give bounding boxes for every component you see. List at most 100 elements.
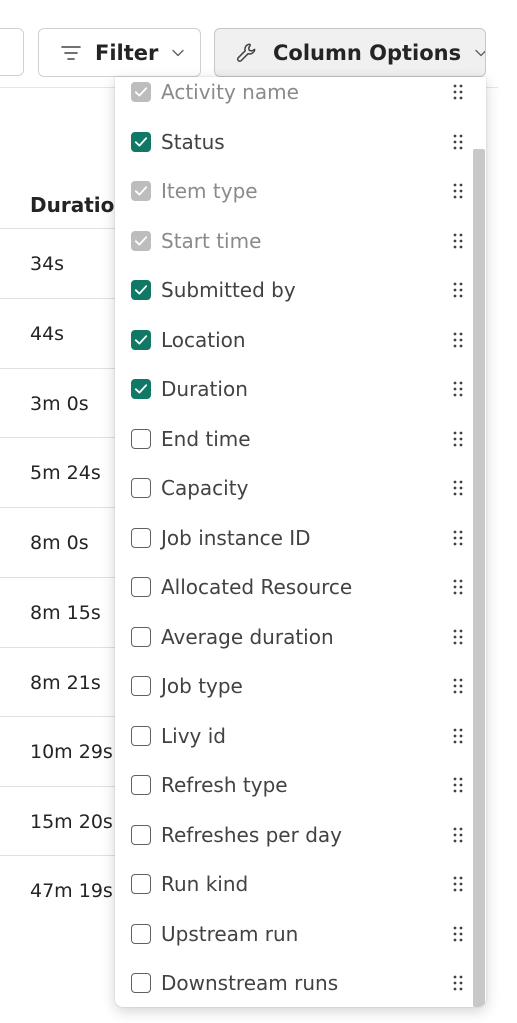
column-option-label: Refresh type: [161, 773, 288, 797]
column-option-item[interactable]: End time: [131, 419, 463, 459]
checkbox-unchecked[interactable]: [131, 973, 151, 993]
checkbox-checked: [131, 181, 151, 201]
filter-button[interactable]: Filter: [38, 28, 201, 77]
drag-grip-icon[interactable]: [453, 381, 463, 397]
checkbox-checked[interactable]: [131, 379, 151, 399]
filter-label: Filter: [95, 40, 159, 65]
column-option-label: Start time: [161, 229, 262, 253]
drag-grip-icon[interactable]: [453, 233, 463, 249]
duration-cell: 10m 29s: [30, 741, 113, 763]
drag-grip-icon[interactable]: [453, 926, 463, 942]
checkbox-checked[interactable]: [131, 132, 151, 152]
column-options-dropdown: Activity name Status Item type Start time Su…: [115, 77, 486, 1007]
checkbox-checked[interactable]: [131, 330, 151, 350]
column-option-item[interactable]: Location: [131, 320, 463, 360]
table-row[interactable]: 8m 21s: [0, 647, 130, 717]
dropdown-scrollbar[interactable]: [473, 149, 485, 1007]
app-root: Filter Column Options Duration 34s 44s 3…: [0, 0, 517, 1023]
wrench-icon: [235, 41, 259, 65]
column-option-item[interactable]: Capacity: [131, 468, 463, 508]
checkbox-unchecked[interactable]: [131, 924, 151, 944]
column-option-label: Location: [161, 328, 246, 352]
column-option-item[interactable]: Refresh type: [131, 765, 463, 805]
checkbox-checked: [131, 82, 151, 102]
drag-grip-icon[interactable]: [453, 282, 463, 298]
drag-grip-icon[interactable]: [453, 84, 463, 100]
checkbox-unchecked[interactable]: [131, 577, 151, 597]
column-option-item: Activity name: [131, 77, 463, 112]
column-option-item[interactable]: Submitted by: [131, 270, 463, 310]
checkbox-unchecked[interactable]: [131, 726, 151, 746]
drag-grip-icon[interactable]: [453, 134, 463, 150]
drag-grip-icon[interactable]: [453, 183, 463, 199]
duration-cell: 44s: [30, 323, 65, 345]
drag-grip-icon[interactable]: [453, 975, 463, 991]
drag-grip-icon[interactable]: [453, 629, 463, 645]
column-option-item[interactable]: Livy id: [131, 716, 463, 756]
drag-grip-icon[interactable]: [453, 827, 463, 843]
column-option-item[interactable]: Status: [131, 122, 463, 162]
column-option-item[interactable]: Job instance ID: [131, 518, 463, 558]
chevron-down-icon: [475, 49, 485, 57]
drag-grip-icon[interactable]: [453, 332, 463, 348]
checkbox-unchecked[interactable]: [131, 874, 151, 894]
column-option-item[interactable]: Refreshes per day: [131, 815, 463, 855]
drag-grip-icon[interactable]: [453, 431, 463, 447]
column-option-item[interactable]: Duration: [131, 369, 463, 409]
duration-cell: 3m 0s: [30, 393, 89, 415]
column-option-item[interactable]: Run kind: [131, 864, 463, 904]
column-option-label: Run kind: [161, 872, 249, 896]
duration-cell: 15m 20s: [30, 811, 113, 833]
column-option-label: Job instance ID: [161, 526, 311, 550]
column-option-label: Duration: [161, 377, 248, 401]
column-option-label: End time: [161, 427, 251, 451]
column-header-duration[interactable]: Duration: [30, 193, 129, 217]
column-option-item[interactable]: Allocated Resource: [131, 567, 463, 607]
table-row[interactable]: 10m 29s: [0, 716, 130, 786]
checkbox-unchecked[interactable]: [131, 627, 151, 647]
column-option-label: Upstream run: [161, 922, 299, 946]
checkbox-unchecked[interactable]: [131, 528, 151, 548]
drag-grip-icon[interactable]: [453, 480, 463, 496]
column-option-item[interactable]: Average duration: [131, 617, 463, 657]
table-row[interactable]: 5m 24s: [0, 437, 130, 507]
column-options-button[interactable]: Column Options: [214, 28, 486, 77]
column-option-label: Capacity: [161, 476, 249, 500]
column-option-label: Job type: [161, 674, 243, 698]
chevron-down-icon: [172, 49, 185, 57]
drag-grip-icon[interactable]: [453, 678, 463, 694]
drag-grip-icon[interactable]: [453, 579, 463, 595]
column-option-item[interactable]: Upstream run: [131, 914, 463, 954]
checkbox-unchecked[interactable]: [131, 429, 151, 449]
drag-grip-icon[interactable]: [453, 530, 463, 546]
checkbox-unchecked[interactable]: [131, 478, 151, 498]
duration-cell: 34s: [30, 253, 65, 275]
table-row[interactable]: 8m 15s: [0, 577, 130, 647]
table-row[interactable]: 15m 20s: [0, 786, 130, 856]
checkbox-unchecked[interactable]: [131, 825, 151, 845]
column-options-label: Column Options: [273, 40, 462, 65]
filter-icon: [61, 45, 81, 61]
checkbox-unchecked[interactable]: [131, 676, 151, 696]
column-option-item: Item type: [131, 171, 463, 211]
duration-cell: 8m 21s: [30, 672, 101, 694]
duration-cell: 8m 0s: [30, 532, 89, 554]
drag-grip-icon[interactable]: [453, 777, 463, 793]
column-option-item[interactable]: Job type: [131, 666, 463, 706]
checkbox-checked[interactable]: [131, 280, 151, 300]
column-option-item[interactable]: Downstream runs: [131, 963, 463, 1003]
search-box[interactable]: [0, 28, 24, 76]
table-row[interactable]: 8m 0s: [0, 507, 130, 577]
checkbox-unchecked[interactable]: [131, 775, 151, 795]
column-option-label: Submitted by: [161, 278, 296, 302]
drag-grip-icon[interactable]: [453, 876, 463, 892]
duration-cell: 8m 15s: [30, 602, 101, 624]
table-row[interactable]: 47m 19s: [0, 855, 130, 925]
table-row[interactable]: 3m 0s: [0, 368, 130, 438]
column-option-item: Start time: [131, 221, 463, 261]
table-row[interactable]: 34s: [0, 228, 130, 298]
table-row[interactable]: 44s: [0, 298, 130, 368]
column-option-label: Activity name: [161, 80, 299, 104]
drag-grip-icon[interactable]: [453, 728, 463, 744]
column-option-label: Downstream runs: [161, 971, 339, 995]
